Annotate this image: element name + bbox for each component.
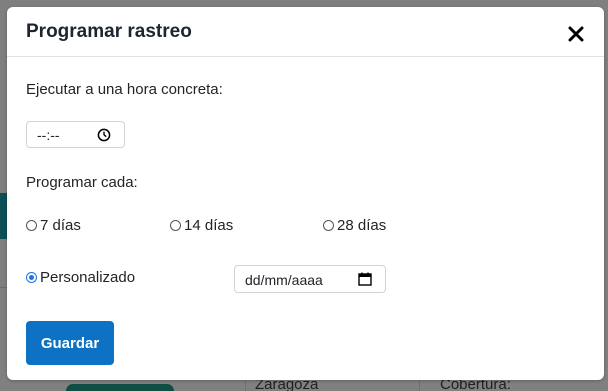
frequency-option-14-days[interactable]: 14 días <box>170 217 233 234</box>
schedule-time-input[interactable]: --:-- <box>26 121 125 148</box>
modal-header: Programar rastreo <box>7 7 604 57</box>
background-divider <box>0 287 7 288</box>
frequency-option-label: Personalizado <box>40 269 136 286</box>
schedule-modal: Programar rastreo Ejecutar a una hora co… <box>7 7 604 380</box>
radio-button[interactable] <box>323 220 334 231</box>
clock-icon[interactable] <box>97 128 111 142</box>
frequency-option-label: 14 días <box>184 217 234 234</box>
radio-button[interactable] <box>26 220 37 231</box>
schedule-time-value: --:-- <box>37 127 60 143</box>
schedule-time-label: Ejecutar a una hora concreta: <box>26 81 223 98</box>
custom-date-input[interactable]: dd/mm/aaaa <box>234 265 386 293</box>
background-tab <box>0 193 7 239</box>
frequency-option-7-days[interactable]: 7 días <box>26 217 81 234</box>
save-button[interactable]: Guardar <box>26 321 114 365</box>
frequency-label: Programar cada: <box>26 174 138 191</box>
radio-button-selected[interactable] <box>26 272 37 283</box>
close-button[interactable] <box>565 23 587 45</box>
modal-title: Programar rastreo <box>26 21 192 42</box>
frequency-option-28-days[interactable]: 28 días <box>323 217 386 234</box>
frequency-option-custom[interactable]: Personalizado <box>26 269 135 286</box>
frequency-option-label: 28 días <box>337 217 387 234</box>
custom-date-value: dd/mm/aaaa <box>245 272 323 288</box>
close-icon <box>568 26 584 42</box>
radio-button[interactable] <box>170 220 181 231</box>
calendar-icon[interactable] <box>358 272 372 286</box>
frequency-option-label: 7 días <box>40 217 81 234</box>
background-pill-button <box>66 384 174 391</box>
